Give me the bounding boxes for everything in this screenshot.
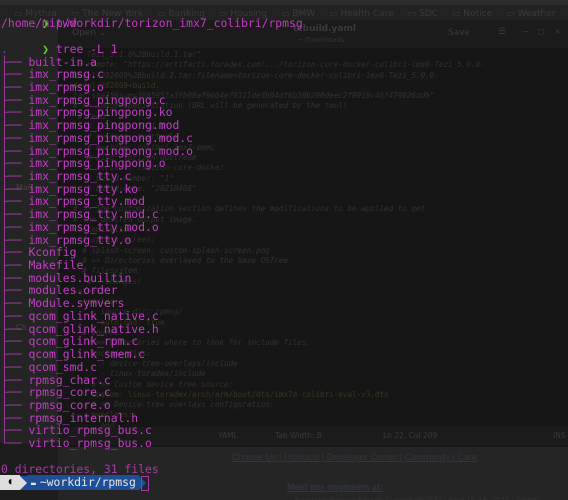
os-logo-icon: ◖	[0, 475, 20, 490]
tree-entry: └── virtio_rpmsg_bus.o	[1, 437, 152, 450]
file-name: virtio_rpmsg_bus.o	[28, 436, 152, 451]
terminal-window[interactable]: ❯ pwd /home/mit/workdir/torizon_imx7_col…	[0, 0, 568, 500]
current-directory-segment: ▬ ~workdir/rpmsg	[27, 475, 139, 490]
powerline-separator	[20, 475, 27, 490]
current-directory: ~workdir/rpmsg	[39, 475, 136, 489]
folder-icon: ▬	[31, 479, 36, 488]
powerline-prompt: ◖ ▬ ~workdir/rpmsg	[0, 475, 146, 490]
terminal-cursor[interactable]	[141, 476, 149, 491]
tree-summary: 0 directories, 31 files	[1, 462, 159, 476]
tree-branch-glyph: └──	[1, 436, 29, 451]
desktop-screen: ▭ Mythra ▭ The New York ▭ Banking ▭ Housing…	[0, 0, 568, 500]
pwd-output: /home/mit/workdir/torizon_imx7_colibri/r…	[1, 16, 303, 30]
